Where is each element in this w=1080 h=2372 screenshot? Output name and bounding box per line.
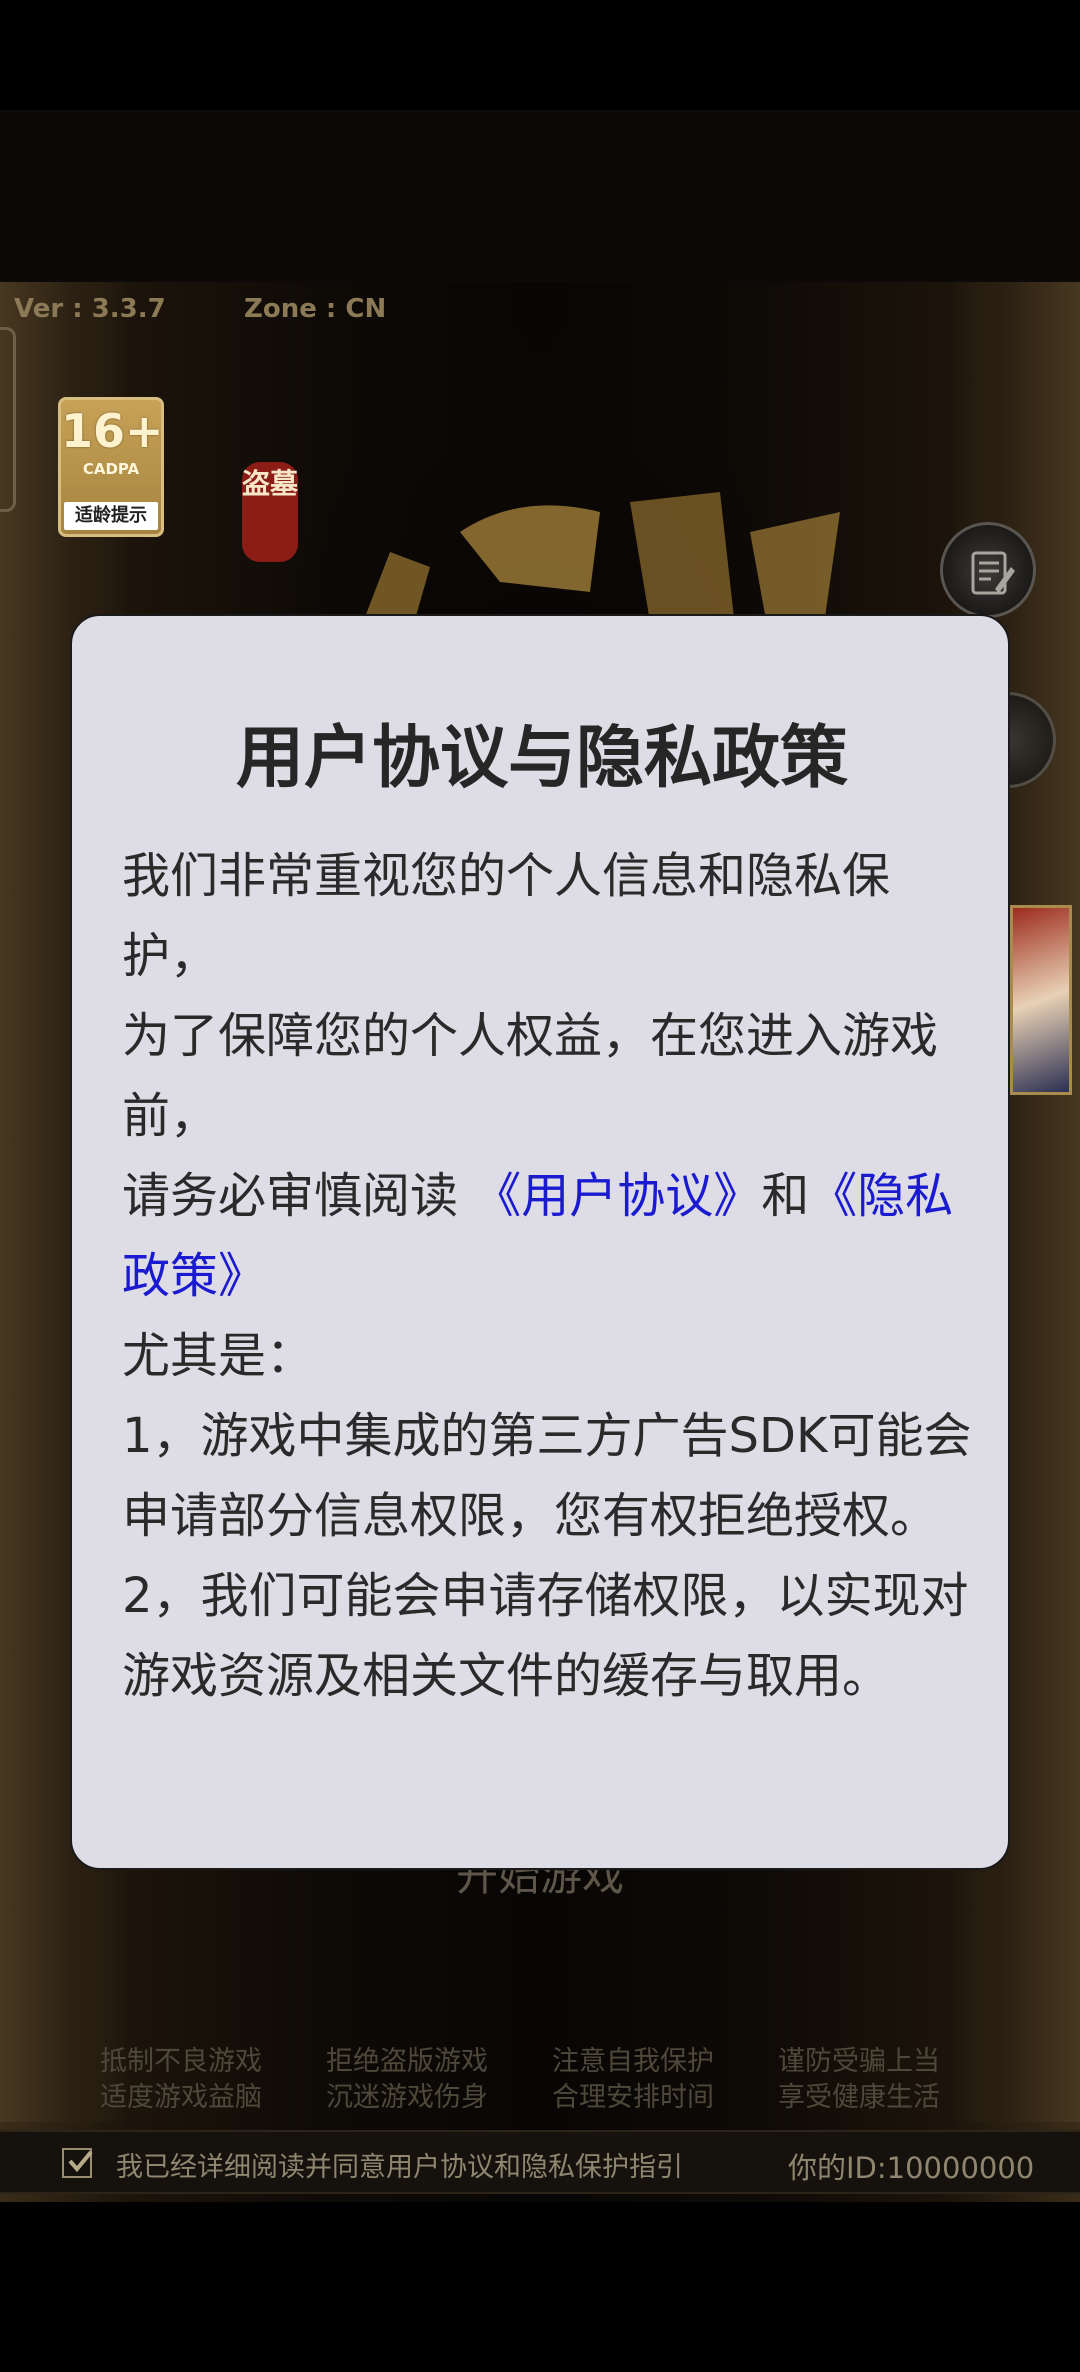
- and-text: 和: [761, 1168, 810, 1224]
- dialog-paragraph: 为了保障您的个人权益，在您进入游戏前，: [122, 1008, 939, 1144]
- side-drawer-tab[interactable]: [0, 327, 16, 512]
- dialog-body: 我们非常重视您的个人信息和隐私保护， 为了保障您的个人权益，在您进入游戏前， 请…: [122, 836, 982, 1716]
- dialog-title: 用户协议与隐私政策: [235, 719, 848, 798]
- dialog-paragraph: 我们非常重视您的个人信息和隐私保护，: [122, 848, 891, 984]
- notepad-icon: [971, 551, 1015, 595]
- checkmark-icon: [68, 2150, 93, 2173]
- agree-checkbox[interactable]: [62, 2148, 93, 2178]
- advisory-text: 适度游戏益脑: [100, 2082, 262, 2113]
- agree-text[interactable]: 我已经详细阅读并同意用户协议和隐私保护指引: [116, 2145, 683, 2184]
- age-rating-org: CADPA: [82, 460, 140, 478]
- agreement-bar: 我已经详细阅读并同意用户协议和隐私保护指引 你的ID:10000000: [0, 2130, 1080, 2194]
- health-advisory: 抵制不良游戏 拒绝盗版游戏 注意自我保护 谨防受骗上当 适度游戏益脑 沉迷游戏伤…: [100, 2044, 1000, 2116]
- advisory-text: 抵制不良游戏: [100, 2046, 262, 2077]
- age-rating-badge[interactable]: 16+ CADPA 适龄提示: [58, 397, 164, 537]
- navigation-bar: [0, 2202, 1080, 2372]
- read-prompt: 请务必审慎阅读: [122, 1168, 474, 1224]
- dialog-list-item: 1，游戏中集成的第三方广告SDK可能会申请部分信息权限，您有权拒绝授权。: [122, 1408, 972, 1544]
- dialog-paragraph: 请务必审慎阅读 《用户协议》和《隐私政策》: [122, 1156, 982, 1316]
- version-label: Ver : 3.3.7: [14, 294, 166, 324]
- status-bar: [0, 0, 1080, 110]
- advisory-text: 谨防受骗上当: [778, 2046, 940, 2077]
- dialog-list-item: 2，我们可能会申请存储权限，以实现对游戏资源及相关文件的缓存与取用。: [122, 1568, 969, 1704]
- zone-label: Zone : CN: [244, 294, 387, 324]
- privacy-dialog: 用户协议与隐私政策 我们非常重视您的个人信息和隐私保护， 为了保障您的个人权益，…: [70, 614, 1010, 1870]
- advisory-text: 合理安排时间: [552, 2082, 714, 2113]
- notice-button[interactable]: [940, 522, 1036, 618]
- advisory-text: 沉迷游戏伤身: [326, 2082, 488, 2113]
- logo-seal: 盗墓: [242, 462, 298, 562]
- top-letterbox: [0, 110, 1080, 282]
- age-rating-tip: 适龄提示: [64, 502, 158, 530]
- advisory-text: 注意自我保护: [552, 2046, 714, 2077]
- dialog-paragraph: 尤其是：: [122, 1328, 315, 1384]
- age-rating-number: 16+: [61, 404, 164, 458]
- user-agreement-link[interactable]: 《用户协议》: [473, 1168, 761, 1224]
- user-id-label: 你的ID:10000000: [788, 2151, 1035, 2185]
- advisory-text: 拒绝盗版游戏: [326, 2046, 488, 2077]
- side-character-thumbnail[interactable]: [1010, 905, 1072, 1095]
- advisory-text: 享受健康生活: [778, 2082, 940, 2113]
